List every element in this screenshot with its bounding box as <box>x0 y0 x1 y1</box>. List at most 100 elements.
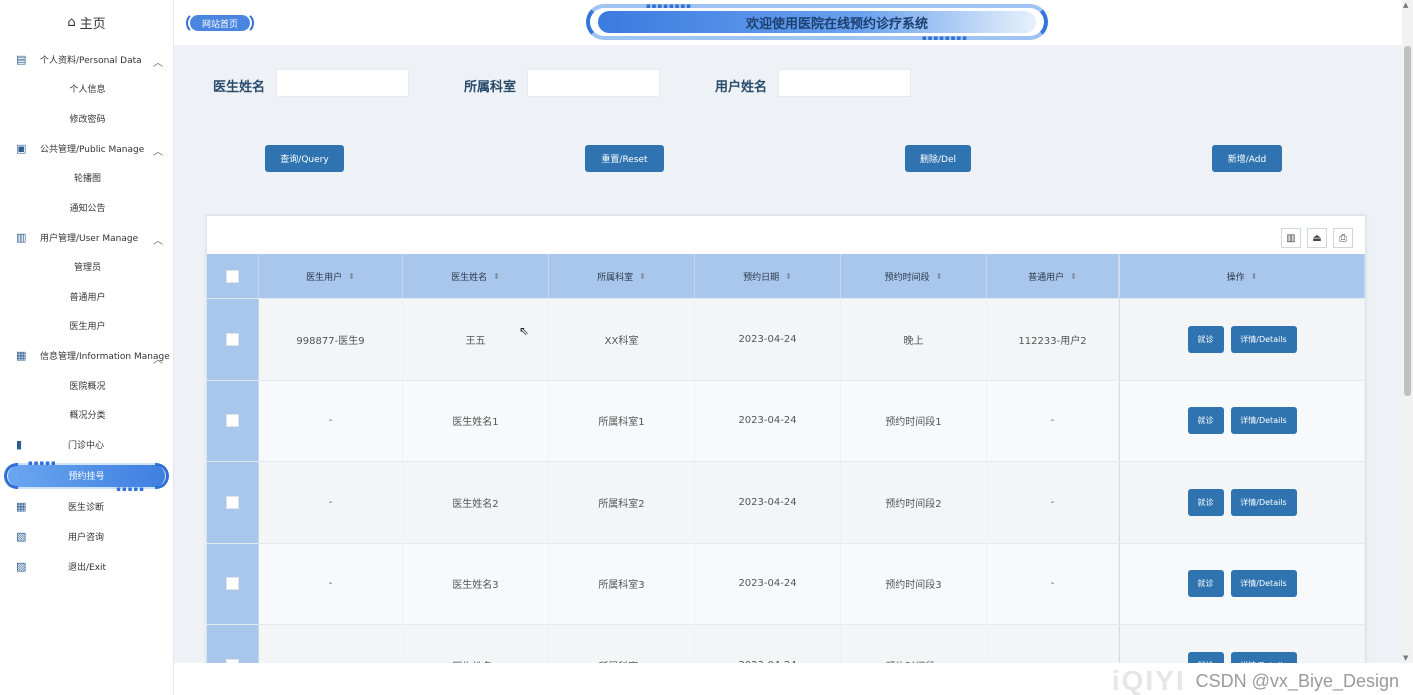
sidebar-item-change-password[interactable]: 修改密码 <box>0 104 173 134</box>
query-button[interactable]: 查询/Query <box>265 145 344 172</box>
sidebar-item-personal-info[interactable]: 个人信息 <box>0 74 173 104</box>
department-label: 所属科室 <box>464 80 517 95</box>
cell-actions: 就诊 详情/Details <box>1119 625 1365 664</box>
cell-time-slot: 预约时间段4 <box>841 625 987 664</box>
sidebar-group-label: 公共管理/Public Manage <box>40 144 145 155</box>
table-row[interactable]: - 医生姓名1 所属科室1 2023-04-24 预约时间段1 - 就诊 详情/… <box>207 379 1365 461</box>
scrollbar-thumb[interactable] <box>1404 46 1411 396</box>
print-icon[interactable]: ⎙ <box>1333 228 1353 248</box>
table-row[interactable]: - 医生姓名2 所属科室2 2023-04-24 预约时间段2 - 就诊 详情/… <box>207 461 1365 543</box>
treat-button[interactable]: 就诊 <box>1187 325 1224 353</box>
data-table: ▥ ⏏ ⎙ 医生用户 ⬍ 医生姓名 ⬍ 所属科室 ⬍ 预约日期 ⬍ 预约时间段 ⬍ 普通用… <box>206 215 1366 665</box>
sidebar-group-personal-data[interactable]: ▤ 个人资料/Personal Data ︿ <box>0 44 173 74</box>
bookmark-icon: ▮ <box>16 438 23 451</box>
sidebar-item-overview-category[interactable]: 概况分类 <box>0 400 173 430</box>
sidebar-item-carousel[interactable]: 轮播图 <box>0 163 173 193</box>
columns-icon[interactable]: ▥ <box>1281 228 1301 248</box>
chevron-up-icon: ︿ <box>153 354 163 366</box>
reset-button[interactable]: 重置/Reset <box>585 145 664 172</box>
cell-actions: 就诊 详情/Details <box>1119 462 1365 543</box>
doctor-name-label: 医生姓名 <box>213 80 266 95</box>
chevron-up-icon: ︿ <box>153 236 163 247</box>
table-toolbar: ▥ ⏏ ⎙ <box>1281 228 1353 248</box>
vertical-scrollbar[interactable]: ▲ ▼ <box>1402 0 1413 663</box>
sidebar-home[interactable]: ⌂ 主页 <box>0 0 173 44</box>
sidebar-item-label: 用户咨询 <box>68 533 105 543</box>
calendar-check-icon: ▧ <box>16 530 27 543</box>
sidebar: ⌂ 主页 ▤ 个人资料/Personal Data ︿ 个人信息 修改密码 ▣ … <box>0 0 174 695</box>
cell-doctor-user: - <box>259 380 403 461</box>
cell-date: 2023-04-24 <box>695 299 841 380</box>
watermark-text: CSDN @vx_Biye_Design <box>1195 670 1399 691</box>
cell-date: 2023-04-24 <box>695 543 841 624</box>
details-button[interactable]: 详情/Details <box>1230 325 1297 353</box>
sort-icon: ⬍ <box>348 271 355 281</box>
row-checkbox[interactable] <box>226 332 239 346</box>
doctor-name-input[interactable] <box>276 69 409 97</box>
row-checkbox[interactable] <box>226 577 239 591</box>
sidebar-item-exit[interactable]: ▨ 退出/Exit <box>0 552 173 582</box>
document-icon: ▤ <box>16 52 27 66</box>
treat-button[interactable]: 就诊 <box>1187 570 1224 598</box>
site-home-button[interactable]: 网站首页 <box>186 12 254 34</box>
select-all-checkbox[interactable] <box>226 269 239 283</box>
sidebar-item-doctor-diagnosis[interactable]: ▦ 医生诊断 <box>0 492 173 522</box>
sidebar-group-public-manage[interactable]: ▣ 公共管理/Public Manage ︿ <box>0 133 173 163</box>
details-button[interactable]: 详情/Details <box>1230 570 1297 598</box>
row-checkbox[interactable] <box>226 495 239 509</box>
scroll-down-icon[interactable]: ▼ <box>1403 654 1408 662</box>
cell-doctor-name: 王五 <box>403 299 549 380</box>
buildings-icon: ▥ <box>16 230 27 244</box>
sort-icon: ⬍ <box>1070 271 1077 281</box>
cell-doctor-user: - <box>259 543 403 624</box>
sidebar-home-label: 主页 <box>79 16 106 32</box>
home-icon: ⌂ <box>67 14 76 30</box>
cell-normal-user: - <box>987 625 1119 664</box>
table-row[interactable]: - 医生姓名3 所属科室3 2023-04-24 预约时间段3 - 就诊 详情/… <box>207 542 1365 624</box>
sidebar-item-clinic-center[interactable]: ▮ 门诊中心 <box>0 430 173 460</box>
column-header-date[interactable]: 预约日期 ⬍ <box>695 254 841 298</box>
details-button[interactable]: 详情/Details <box>1230 488 1297 516</box>
table-row[interactable]: - 医生姓名4 所属科室4 2023-04-24 预约时间段4 - 就诊 详情/… <box>207 624 1365 664</box>
sidebar-item-doctor-user[interactable]: 医生用户 <box>0 311 173 341</box>
column-header-time-slot[interactable]: 预约时间段 ⬍ <box>841 254 987 298</box>
column-header-doctor-user[interactable]: 医生用户 ⬍ <box>259 254 403 298</box>
delete-button[interactable]: 删除/Del <box>905 145 971 172</box>
column-header-doctor-name[interactable]: 医生姓名 ⬍ <box>403 254 549 298</box>
add-button[interactable]: 新增/Add <box>1212 145 1282 172</box>
column-header-normal-user[interactable]: 普通用户 ⬍ <box>987 254 1119 298</box>
sidebar-item-appointment[interactable]: ▪▪▪▪▪ ▪▪▪▪▪ 预约挂号 <box>4 459 169 493</box>
cell-department: 所属科室2 <box>549 462 695 543</box>
sidebar-item-admin[interactable]: 管理员 <box>0 252 173 282</box>
sort-icon: ⬍ <box>639 271 646 281</box>
sidebar-group-label: 用户管理/User Manage <box>40 233 139 244</box>
sidebar-item-hospital-overview[interactable]: 医院概况 <box>0 371 173 401</box>
cell-department: 所属科室1 <box>549 380 695 461</box>
row-checkbox[interactable] <box>226 414 239 428</box>
sidebar-group-label: 个人资料/Personal Data <box>40 55 142 66</box>
book-icon: ▨ <box>16 560 27 573</box>
scroll-up-icon[interactable]: ▲ <box>1403 1 1408 9</box>
sidebar-item-notice[interactable]: 通知公告 <box>0 193 173 223</box>
details-button[interactable]: 详情/Details <box>1230 407 1297 435</box>
cell-actions: 就诊 详情/Details <box>1119 543 1365 624</box>
user-name-input[interactable] <box>778 69 911 97</box>
sidebar-group-user-manage[interactable]: ▥ 用户管理/User Manage ︿ <box>0 222 173 252</box>
sidebar-group-label: 信息管理/Information Manage <box>40 352 170 362</box>
department-input[interactable] <box>527 69 660 97</box>
sidebar-item-normal-user[interactable]: 普通用户 <box>0 282 173 312</box>
chevron-up-icon: ︿ <box>153 147 163 158</box>
column-header-actions[interactable]: 操作 ⬍ <box>1119 254 1365 298</box>
cell-normal-user: - <box>987 543 1119 624</box>
sidebar-group-information-manage[interactable]: ▦ 信息管理/Information Manage ︿ <box>0 341 173 371</box>
column-header-department[interactable]: 所属科室 ⬍ <box>549 254 695 298</box>
table-row[interactable]: 998877-医生9 王五 XX科室 2023-04-24 晚上 112233-… <box>207 298 1365 380</box>
treat-button[interactable]: 就诊 <box>1187 488 1224 516</box>
site-home-label: 网站首页 <box>201 19 238 30</box>
export-icon[interactable]: ⏏ <box>1307 228 1327 248</box>
cell-time-slot: 预约时间段2 <box>841 462 987 543</box>
cell-normal-user: - <box>987 462 1119 543</box>
sidebar-item-user-consult[interactable]: ▧ 用户咨询 <box>0 522 173 552</box>
user-name-label: 用户姓名 <box>715 80 768 95</box>
treat-button[interactable]: 就诊 <box>1187 407 1224 435</box>
